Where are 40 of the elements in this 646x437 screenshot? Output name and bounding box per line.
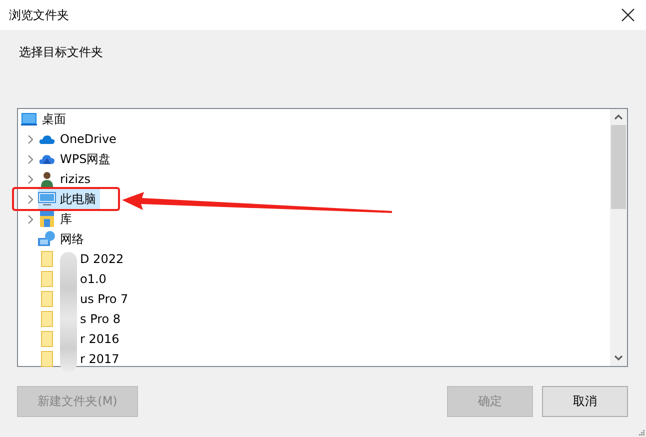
tree-item[interactable]: 网络 (38, 229, 88, 249)
expand-icon[interactable] (28, 174, 32, 184)
cloud-icon (39, 153, 55, 165)
folder-icon (41, 351, 53, 367)
tree-item[interactable]: s Pro 8 (38, 309, 125, 329)
network-icon (38, 231, 56, 247)
tree-item[interactable]: rizizs (38, 169, 94, 189)
tree-item[interactable]: o1.0 (38, 269, 110, 289)
folder-icon (41, 291, 53, 307)
scroll-thumb[interactable] (611, 125, 626, 209)
folder-icon (41, 331, 53, 347)
tree-item[interactable]: us Pro 7 (38, 289, 132, 309)
tree-item[interactable]: WPS网盘 (38, 149, 115, 169)
expand-icon[interactable] (28, 134, 32, 144)
folder-icon (41, 311, 53, 327)
expand-icon[interactable] (28, 214, 32, 224)
folder-icon (41, 251, 53, 267)
close-icon[interactable] (621, 8, 635, 22)
tree-item[interactable]: 此电脑 (38, 189, 100, 209)
folder-icon (41, 271, 53, 287)
tree-item[interactable]: D 2022 (38, 249, 128, 269)
user-icon (40, 171, 54, 187)
tree-item[interactable]: r 2017 (38, 349, 124, 369)
scroll-up-icon[interactable] (614, 114, 623, 120)
resize-grip-icon[interactable] (639, 430, 645, 436)
expand-icon[interactable] (28, 154, 32, 164)
tree-item[interactable]: OneDrive (38, 129, 120, 149)
dialog-button[interactable]: 取消 (542, 386, 628, 417)
scroll-down-icon[interactable] (614, 355, 623, 361)
tree-item[interactable]: r 2016 (38, 329, 124, 349)
prompt-text: 选择目标文件夹 (19, 44, 104, 60)
cloud-icon (39, 134, 55, 144)
tree-item[interactable]: 库 (38, 209, 76, 229)
scrollbar[interactable] (610, 109, 627, 366)
expand-icon[interactable] (28, 194, 32, 204)
window-title: 浏览文件夹 (9, 6, 69, 24)
monitor-icon (38, 192, 56, 206)
tree-item[interactable]: 桌面 (20, 109, 70, 129)
desktop-icon (21, 112, 37, 126)
library-icon (40, 211, 54, 227)
